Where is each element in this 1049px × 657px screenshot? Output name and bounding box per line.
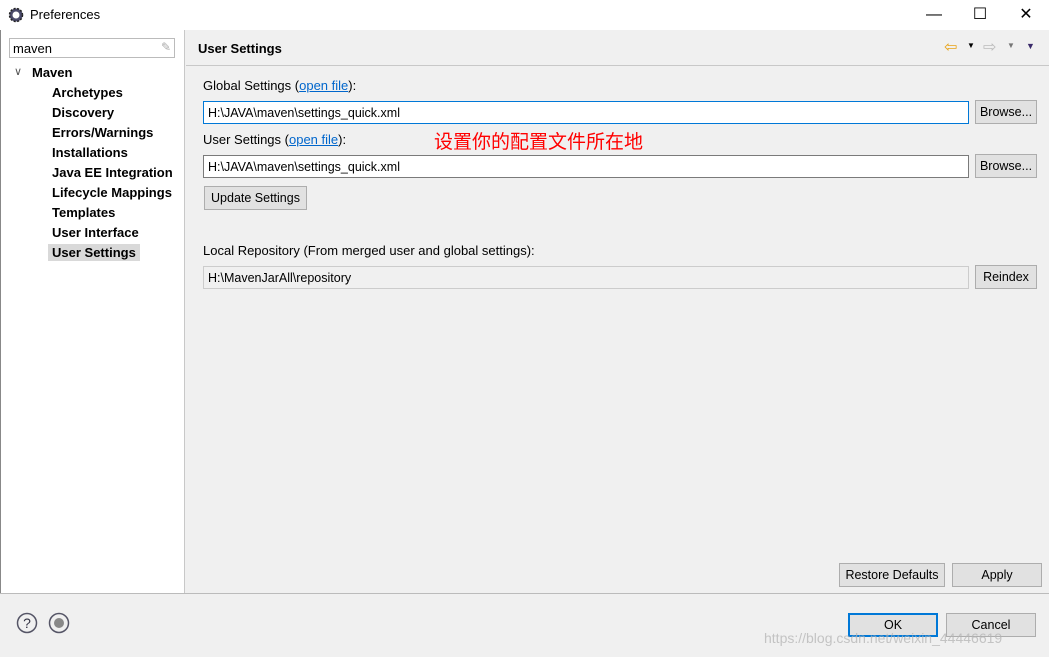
tree-item-lifecycle-mappings[interactable]: Lifecycle Mappings bbox=[48, 184, 176, 201]
back-menu-icon[interactable]: ▼ bbox=[967, 41, 975, 50]
tree-item-user-settings[interactable]: User Settings bbox=[48, 244, 140, 261]
user-browse-button[interactable]: Browse... bbox=[975, 154, 1037, 178]
minimize-button[interactable]: — bbox=[911, 0, 957, 30]
global-settings-label: Global Settings (open file): bbox=[203, 78, 357, 93]
help-icon[interactable]: ? bbox=[16, 612, 38, 634]
preference-tree-panel: maven ✎ ∨ Maven Archetypes Discovery Error… bbox=[0, 30, 185, 593]
tree-item-maven[interactable]: Maven bbox=[32, 65, 72, 80]
update-settings-button[interactable]: Update Settings bbox=[204, 186, 307, 210]
local-repository-input[interactable] bbox=[203, 266, 969, 289]
forward-menu-icon[interactable]: ▼ bbox=[1007, 41, 1015, 50]
tree-item-installations[interactable]: Installations bbox=[48, 144, 132, 161]
maximize-button[interactable]: ☐ bbox=[957, 0, 1003, 30]
svg-text:?: ? bbox=[23, 615, 31, 631]
tree-item-archetypes[interactable]: Archetypes bbox=[48, 84, 127, 101]
restore-defaults-button[interactable]: Restore Defaults bbox=[839, 563, 945, 587]
eclipse-gear-icon bbox=[8, 7, 24, 23]
close-button[interactable]: ✕ bbox=[1003, 0, 1049, 30]
clear-filter-icon[interactable]: ✎ bbox=[161, 40, 171, 54]
local-repository-label: Local Repository (From merged user and g… bbox=[203, 243, 535, 258]
tree-item-java-ee-integration[interactable]: Java EE Integration bbox=[48, 164, 177, 181]
tree-item-user-interface[interactable]: User Interface bbox=[48, 224, 143, 241]
settings-page: User Settings ⇦ ▼ ⇨ ▼ ▼ Global Settings … bbox=[186, 30, 1049, 593]
filter-value: maven bbox=[13, 41, 53, 56]
view-menu-icon[interactable]: ▼ bbox=[1026, 41, 1035, 51]
annotation-text: 设置你的配置文件所在地 bbox=[434, 132, 644, 153]
page-title: User Settings bbox=[198, 41, 282, 56]
page-header: User Settings ⇦ ▼ ⇨ ▼ ▼ bbox=[186, 30, 1049, 66]
global-open-file-link[interactable]: open file bbox=[299, 78, 348, 93]
filter-input[interactable]: maven ✎ bbox=[9, 38, 175, 58]
watermark: https://blog.csdn.net/weixin_44446619 bbox=[764, 630, 1003, 646]
global-browse-button[interactable]: Browse... bbox=[975, 100, 1037, 124]
user-settings-input[interactable] bbox=[203, 155, 969, 178]
tree-item-templates[interactable]: Templates bbox=[48, 204, 119, 221]
chevron-down-icon[interactable]: ∨ bbox=[14, 65, 22, 78]
tree-item-errors-warnings[interactable]: Errors/Warnings bbox=[48, 124, 157, 141]
apply-button[interactable]: Apply bbox=[952, 563, 1042, 587]
tree-item-discovery[interactable]: Discovery bbox=[48, 104, 118, 121]
import-export-icon[interactable] bbox=[48, 612, 70, 634]
back-arrow-icon[interactable]: ⇦ bbox=[944, 37, 957, 57]
user-settings-label: User Settings (open file): bbox=[203, 132, 347, 147]
title-bar: Preferences — ☐ ✕ bbox=[0, 0, 1049, 30]
user-open-file-link[interactable]: open file bbox=[289, 132, 338, 147]
global-settings-input[interactable] bbox=[203, 101, 969, 124]
dialog-footer: ? OK Cancel https://blog.csdn.net/weixin… bbox=[0, 593, 1049, 657]
reindex-button[interactable]: Reindex bbox=[975, 265, 1037, 289]
window-title: Preferences bbox=[30, 7, 101, 22]
forward-arrow-icon[interactable]: ⇨ bbox=[983, 37, 996, 57]
